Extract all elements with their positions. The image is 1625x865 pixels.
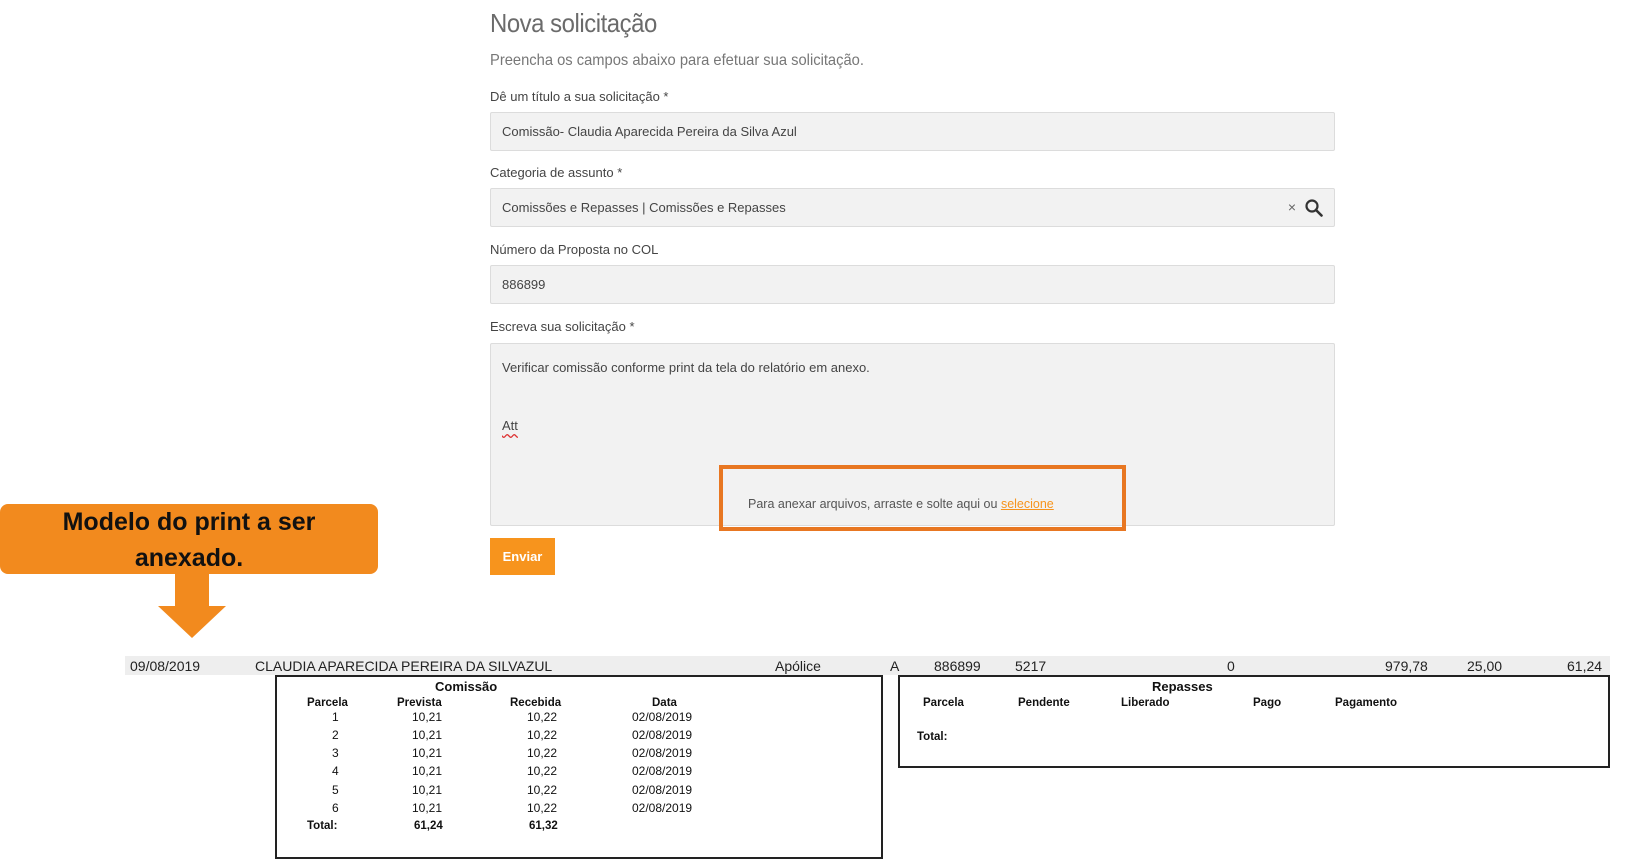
report-percent: 25,00 xyxy=(1467,658,1503,674)
cell-prevista: 10,21 xyxy=(412,801,443,815)
repasses-table: Repasses Parcela Pendente Liberado Pago … xyxy=(898,675,1610,768)
cell-recebida: 10,22 xyxy=(527,746,558,760)
proposal-input[interactable]: 886899 xyxy=(490,265,1335,304)
cell-prevista: 10,21 xyxy=(412,710,443,724)
comissao-title: Comissão xyxy=(435,679,498,694)
repasses-title: Repasses xyxy=(1152,679,1213,694)
report-date: 09/08/2019 xyxy=(130,658,201,674)
submit-button[interactable]: Enviar xyxy=(490,538,555,575)
col-header: Prevista xyxy=(397,697,442,709)
col-header: Data xyxy=(652,697,677,709)
report-amount: 979,78 xyxy=(1385,658,1428,674)
cell-prevista: 10,21 xyxy=(412,764,443,778)
message-signature: Att xyxy=(502,418,518,433)
cell-data: 02/08/2019 xyxy=(632,746,693,760)
cell-parcela: 3 xyxy=(332,746,339,760)
cell-recebida: 10,22 xyxy=(527,801,558,815)
cell-parcela: 4 xyxy=(332,764,339,778)
comissao-table: Comissão Parcela Prevista Recebida Data … xyxy=(275,675,883,859)
message-label: Escreva sua solicitação * xyxy=(490,319,635,334)
attach-instructions: Para anexar arquivos, arraste e solte aq… xyxy=(748,497,1001,511)
arrow-down-icon xyxy=(175,574,209,608)
title-input[interactable]: Comissão- Claudia Aparecida Pereira da S… xyxy=(490,112,1335,151)
col-header: Parcela xyxy=(307,697,348,709)
report-summary-row: 09/08/2019 CLAUDIA APARECIDA PEREIRA DA … xyxy=(125,656,1610,675)
col-header: Pago xyxy=(1253,697,1282,709)
callout-box: Modelo do print a ser anexado. xyxy=(0,504,378,574)
total-recebida: 61,32 xyxy=(529,820,558,832)
attach-dropzone-text: Para anexar arquivos, arraste e solte aq… xyxy=(748,497,1054,511)
cell-recebida: 10,22 xyxy=(527,764,558,778)
total-label: Total: xyxy=(307,820,338,832)
cell-prevista: 10,21 xyxy=(412,783,443,797)
col-header: Parcela xyxy=(923,697,964,709)
col-header: Recebida xyxy=(510,697,562,709)
report-code: 5217 xyxy=(1015,658,1047,674)
title-label: Dê um título a sua solicitação * xyxy=(490,89,669,104)
cell-prevista: 10,21 xyxy=(412,746,443,760)
attach-select-link[interactable]: selecione xyxy=(1001,497,1054,511)
report-client-name: CLAUDIA APARECIDA PEREIRA DA SILVAZUL xyxy=(255,658,553,674)
cell-prevista: 10,21 xyxy=(412,728,443,742)
category-label: Categoria de assunto * xyxy=(490,165,623,180)
col-header: Pendente xyxy=(1018,697,1070,709)
total-label: Total: xyxy=(917,731,948,743)
cell-parcela: 1 xyxy=(332,710,339,724)
callout-line-2: anexado. xyxy=(134,544,244,572)
message-line: Verificar comissão conforme print da tel… xyxy=(502,360,870,375)
proposal-label: Número da Proposta no COL xyxy=(490,242,659,257)
page-subtitle: Preencha os campos abaixo para efetuar s… xyxy=(490,52,864,69)
report-flag: A xyxy=(890,658,900,674)
category-select[interactable]: Comissões e Repasses | Comissões e Repas… xyxy=(490,188,1335,227)
callout-line-1: Modelo do print a ser xyxy=(62,508,316,536)
cell-parcela: 5 xyxy=(332,783,339,797)
search-icon[interactable] xyxy=(1305,199,1323,217)
cell-data: 02/08/2019 xyxy=(632,801,693,815)
cell-recebida: 10,22 xyxy=(527,728,558,742)
col-header: Liberado xyxy=(1121,697,1170,709)
page-title: Nova solicitação xyxy=(490,8,657,38)
report-proposal: 886899 xyxy=(934,658,981,674)
total-prevista: 61,24 xyxy=(414,820,443,832)
cell-data: 02/08/2019 xyxy=(632,728,693,742)
clear-icon[interactable]: × xyxy=(1288,189,1296,226)
category-value: Comissões e Repasses | Comissões e Repas… xyxy=(502,200,786,215)
col-header: Pagamento xyxy=(1335,697,1397,709)
arrow-down-icon-head xyxy=(158,606,226,638)
cell-recebida: 10,22 xyxy=(527,783,558,797)
cell-data: 02/08/2019 xyxy=(632,764,693,778)
cell-data: 02/08/2019 xyxy=(632,710,693,724)
cell-parcela: 2 xyxy=(332,728,339,742)
cell-data: 02/08/2019 xyxy=(632,783,693,797)
cell-recebida: 10,22 xyxy=(527,710,558,724)
report-doc-type: Apólice xyxy=(775,658,821,674)
report-commission: 61,24 xyxy=(1567,658,1603,674)
cell-parcela: 6 xyxy=(332,801,339,815)
report-zero: 0 xyxy=(1227,658,1235,674)
